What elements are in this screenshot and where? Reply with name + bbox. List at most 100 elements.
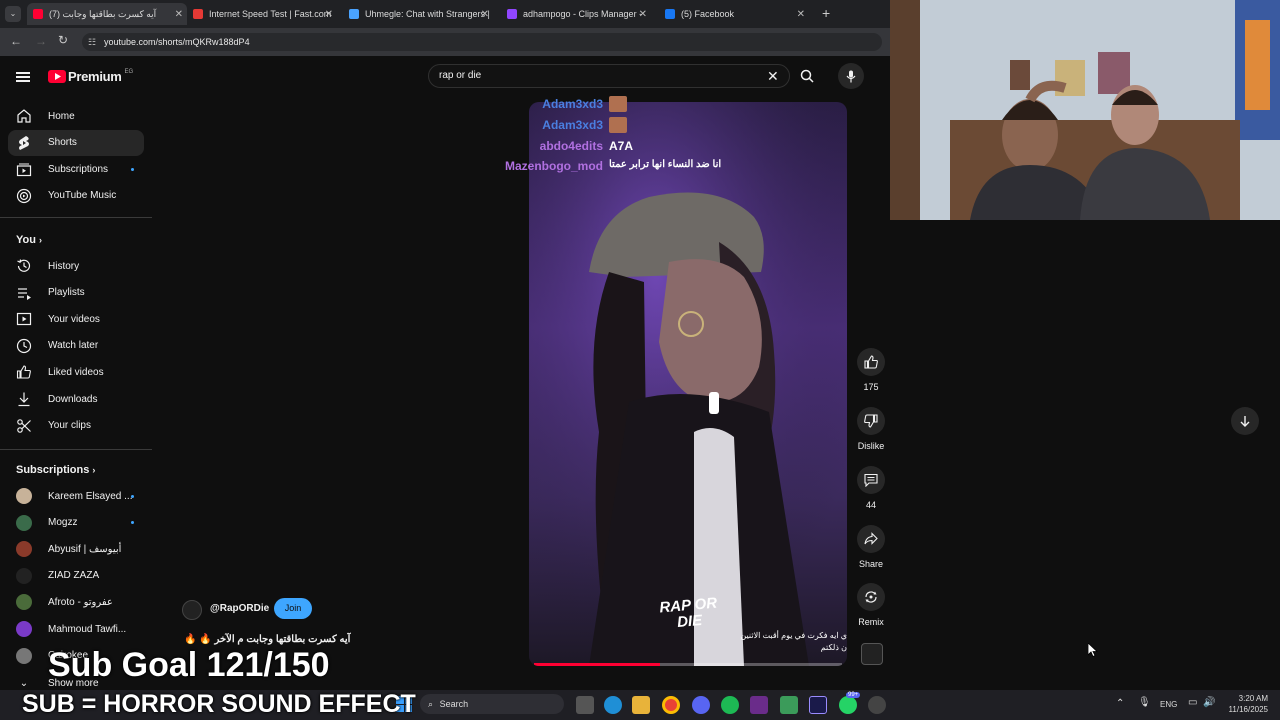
sidebar-item[interactable]: Mahmoud Tawfi... <box>8 616 144 642</box>
reload-icon[interactable]: ↻ <box>58 33 68 47</box>
sidebar-item[interactable]: YouTube Music <box>8 183 144 209</box>
sidebar-item[interactable]: Downloads <box>8 386 144 412</box>
sidebar-item[interactable]: Your clips <box>8 413 144 439</box>
like-button[interactable] <box>857 348 885 376</box>
video-frame <box>529 102 847 666</box>
chat-username: abdo4edits <box>539 139 603 153</box>
channel-handle[interactable]: @RapORDie <box>210 603 269 614</box>
new-tab-button[interactable]: + <box>822 5 830 21</box>
search-icon: ⌕ <box>428 699 434 709</box>
voice-search-button[interactable] <box>838 63 864 89</box>
back-icon[interactable]: ← <box>10 34 22 48</box>
close-tab-icon[interactable]: ✕ <box>481 9 489 20</box>
channel-avatar <box>16 621 32 637</box>
close-tab-icon[interactable]: ✕ <box>639 9 647 20</box>
language-indicator[interactable]: ENG <box>1160 700 1177 709</box>
next-video-button[interactable] <box>1231 407 1259 435</box>
browser-tab[interactable]: (5) Facebook ✕ <box>659 3 809 25</box>
chrome-icon[interactable] <box>662 696 680 714</box>
menu-icon[interactable] <box>16 70 30 84</box>
sidebar-item[interactable]: Shorts <box>8 129 144 156</box>
volume-icon[interactable]: 🔊 <box>1203 697 1215 708</box>
clear-search-icon[interactable]: ✕ <box>767 68 779 85</box>
sidebar-item[interactable]: Your videos <box>8 306 144 332</box>
scissors-icon <box>16 418 32 434</box>
sidebar-item[interactable]: Mogzz <box>8 510 144 536</box>
sidebar-item[interactable]: Subscriptions <box>8 156 144 182</box>
video-subtitle: ي ايه فكرت في يوم أقبت الاثنين ن ذلكتم <box>740 631 847 652</box>
share-label: Share <box>858 559 884 569</box>
close-tab-icon[interactable]: ✕ <box>175 9 183 20</box>
remix-button[interactable] <box>857 583 885 611</box>
browser-tab[interactable]: آيه كسرت بطاقتها وجابت (7) ✕ <box>27 3 187 25</box>
url-text: youtube.com/shorts/mQKRw188dP4 <box>104 37 250 47</box>
sidebar-item[interactable]: Afroto - عفروتو <box>8 589 144 615</box>
sidebar-item-label: Your clips <box>48 420 91 432</box>
youtube-play-icon <box>48 70 66 83</box>
address-bar[interactable]: ☷ youtube.com/shorts/mQKRw188dP4 <box>82 33 882 51</box>
sidebar-item[interactable]: Watch later <box>8 333 144 359</box>
sidebar-item-label: Mogzz <box>48 517 78 529</box>
dislike-button[interactable] <box>857 407 885 435</box>
spotify-icon[interactable] <box>721 696 739 714</box>
comments-button[interactable] <box>857 466 885 494</box>
forward-icon[interactable]: → <box>35 34 47 48</box>
sidebar-item-label: Liked videos <box>48 366 104 378</box>
settings-icon[interactable] <box>868 696 886 714</box>
sidebar-item[interactable]: Liked videos <box>8 359 144 385</box>
search-button[interactable] <box>790 64 824 88</box>
network-icon[interactable]: ▭ <box>1188 697 1197 708</box>
arrow-down-icon <box>1240 416 1250 427</box>
sidebar-item[interactable]: Kareem Elsayed ... <box>8 483 144 509</box>
shorts-video-player[interactable]: RAP OR DIE ي ايه فكرت في يوم أقبت الاثني… <box>529 102 847 666</box>
tab-list-button[interactable]: ⌄ <box>5 6 21 22</box>
sidebar-item[interactable]: History <box>8 253 144 279</box>
close-tab-icon[interactable]: ✕ <box>325 9 333 20</box>
sidebar-item-label: Watch later <box>48 340 99 352</box>
new-content-dot <box>131 494 134 498</box>
emote-icon <box>609 96 627 112</box>
sidebar-item[interactable]: Playlists <box>8 280 144 306</box>
notification-badge: 99+ <box>846 692 861 698</box>
chat-message: انا ضد النساء انها ترابر عمتا <box>609 159 722 170</box>
sidebar-item-label: YouTube Music <box>48 190 117 202</box>
premiere-pro-icon[interactable] <box>809 696 827 714</box>
remix-label: Remix <box>858 617 884 627</box>
visual-studio-icon[interactable] <box>750 696 768 714</box>
microphone-tray-icon[interactable]: 🎙 <box>1138 697 1151 708</box>
whatsapp-icon[interactable] <box>839 696 857 714</box>
sidebar-item[interactable]: Abyusif | أبيوسف <box>8 536 144 562</box>
audio-track-thumbnail[interactable] <box>861 643 883 665</box>
task-view-icon[interactable] <box>576 696 594 714</box>
share-button[interactable] <box>857 525 885 553</box>
file-explorer-icon[interactable] <box>632 696 650 714</box>
sidebar-divider <box>0 449 152 450</box>
close-tab-icon[interactable]: ✕ <box>797 9 805 20</box>
browser-tab[interactable]: Internet Speed Test | Fast.com ✕ <box>187 3 337 25</box>
sidebar-item[interactable]: Home <box>8 103 144 129</box>
history-icon <box>16 258 32 274</box>
you-section-title[interactable]: You › <box>16 234 42 246</box>
search-input[interactable]: rap or die <box>428 64 790 88</box>
favicon-icon <box>349 9 359 19</box>
subscriptions-section-title[interactable]: Subscriptions › <box>16 464 95 476</box>
tray-chevron-icon[interactable]: ⌃ <box>1116 698 1124 709</box>
chevron-down-icon: ⌄ <box>19 677 29 689</box>
site-info-icon[interactable]: ☷ <box>88 33 96 51</box>
clock[interactable]: 3:20 AM 11/16/2025 <box>1222 693 1268 715</box>
discord-icon[interactable] <box>692 696 710 714</box>
join-button[interactable]: Join <box>274 598 312 619</box>
taskbar-search[interactable]: ⌕ Search <box>420 694 564 714</box>
comment-count: 44 <box>865 500 876 510</box>
channel-avatar[interactable] <box>182 600 202 620</box>
sub-goal-overlay: Sub Goal 121/150 <box>48 646 330 684</box>
browser-tab[interactable]: adhampogo - Clips Manager - ✕ <box>501 3 651 25</box>
search-query: rap or die <box>439 70 482 81</box>
file-icon[interactable] <box>780 696 798 714</box>
new-content-dot <box>131 167 134 171</box>
browser-tab[interactable]: Uhmegle: Chat with Strangers | ✕ <box>343 3 493 25</box>
sidebar-item-label: ZIAD ZAZA <box>48 570 100 582</box>
sidebar-item[interactable]: ZIAD ZAZA <box>8 563 144 589</box>
youtube-logo[interactable]: Premium EG <box>48 69 133 84</box>
edge-icon[interactable] <box>604 696 622 714</box>
